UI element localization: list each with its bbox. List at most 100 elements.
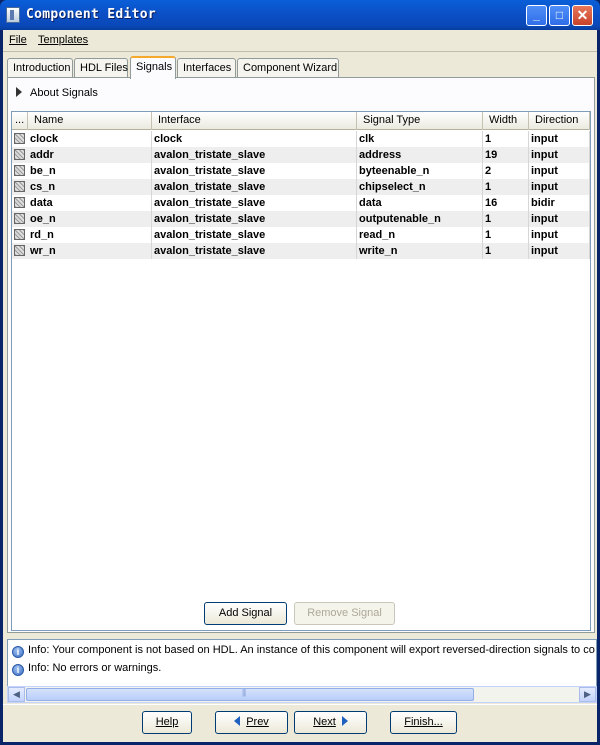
table-row[interactable]: clock clock clk 1 input [12,131,590,147]
help-button[interactable]: Help [142,711,192,734]
menu-templates[interactable]: Templates [38,34,88,46]
table-row[interactable]: be_n avalon_tristate_slave byteenable_n 2 in… [12,163,590,179]
menu-file-label: File [9,34,27,46]
row-grip-icon[interactable] [14,149,25,160]
tab-introduction[interactable]: Introduction [7,58,73,78]
cell-name[interactable]: wr_n [28,243,152,259]
cell-interface[interactable]: avalon_tristate_slave [152,179,357,195]
cell-width[interactable]: 1 [483,131,529,147]
arrow-right-icon [341,716,348,726]
cell-width[interactable]: 1 [483,227,529,243]
cell-name[interactable]: data [28,195,152,211]
close-button[interactable]: ✕ [572,5,593,26]
message-line: i Info: No errors or warnings. [12,660,161,676]
prev-label: Prev [246,716,269,728]
menu-file[interactable]: File [9,34,27,46]
cell-signal-type[interactable]: read_n [357,227,483,243]
row-grip-icon[interactable] [14,213,25,224]
finish-button[interactable]: Finish... [390,711,457,734]
cell-signal-type[interactable]: write_n [357,243,483,259]
cell-name[interactable]: oe_n [28,211,152,227]
column-header-grip[interactable]: ... [12,112,28,130]
tab-hdl-files[interactable]: HDL Files [74,58,128,78]
scroll-right-arrow-icon[interactable]: ▶ [579,687,596,702]
finish-label: Finish... [404,716,443,728]
cell-interface[interactable]: avalon_tristate_slave [152,147,357,163]
scroll-thumb[interactable] [26,688,474,701]
cell-width[interactable]: 2 [483,163,529,179]
remove-signal-button[interactable]: Remove Signal [294,602,395,625]
cell-direction[interactable]: input [529,147,590,163]
cell-direction[interactable]: input [529,227,590,243]
column-header-signal-type[interactable]: Signal Type [357,112,483,130]
table-row[interactable]: cs_n avalon_tristate_slave chipselect_n 1 in… [12,179,590,195]
horizontal-scrollbar[interactable]: ◀ ▶ [7,686,597,703]
row-grip-icon[interactable] [14,229,25,240]
add-signal-button[interactable]: Add Signal [204,602,287,625]
tab-interfaces[interactable]: Interfaces [177,58,236,78]
maximize-button[interactable]: □ [549,5,570,26]
cell-interface[interactable]: clock [152,131,357,147]
cell-name[interactable]: cs_n [28,179,152,195]
next-label: Next [313,716,336,728]
cell-direction[interactable]: input [529,163,590,179]
table-row[interactable]: wr_n avalon_tristate_slave write_n 1 input [12,243,590,259]
cell-name[interactable]: be_n [28,163,152,179]
cell-width[interactable]: 1 [483,179,529,195]
about-signals-toggle[interactable]: About Signals [16,87,98,99]
cell-name[interactable]: clock [28,131,152,147]
column-header-name[interactable]: Name [28,112,152,130]
table-row[interactable]: data avalon_tristate_slave data 16 bidir [12,195,590,211]
cell-interface[interactable]: avalon_tristate_slave [152,227,357,243]
cell-direction[interactable]: input [529,211,590,227]
cell-signal-type[interactable]: data [357,195,483,211]
next-button[interactable]: Next [294,711,367,734]
about-signals-label: About Signals [30,87,98,99]
cell-direction[interactable]: input [529,131,590,147]
column-header-width[interactable]: Width [483,112,529,130]
tab-component-wizard[interactable]: Component Wizard [237,58,339,78]
table-row[interactable]: rd_n avalon_tristate_slave read_n 1 input [12,227,590,243]
prev-button[interactable]: Prev [215,711,288,734]
minimize-button[interactable]: _ [526,5,547,26]
message-text: Info: No errors or warnings. [28,662,162,674]
table-row[interactable]: oe_n avalon_tristate_slave outputenable_n 1… [12,211,590,227]
expand-triangle-icon [16,87,22,97]
cell-name[interactable]: rd_n [28,227,152,243]
cell-signal-type[interactable]: clk [357,131,483,147]
cell-signal-type[interactable]: chipselect_n [357,179,483,195]
menu-templates-label: Templates [38,34,89,46]
column-header-interface[interactable]: Interface [152,112,357,130]
row-grip-icon[interactable] [14,181,25,192]
column-header-direction[interactable]: Direction [529,112,590,130]
component-editor-window: Component Editor _ □ ✕ File Templates In… [0,0,600,745]
title-bar[interactable]: Component Editor _ □ ✕ [0,0,600,30]
cell-signal-type[interactable]: address [357,147,483,163]
cell-direction[interactable]: input [529,179,590,195]
table-row[interactable]: addr avalon_tristate_slave address 19 input [12,147,590,163]
table-header: ... Name Interface Signal Type Width Dir… [12,112,590,130]
row-grip-icon[interactable] [14,197,25,208]
cell-name[interactable]: addr [28,147,152,163]
row-grip-icon[interactable] [14,133,25,144]
cell-width[interactable]: 1 [483,211,529,227]
cell-width[interactable]: 16 [483,195,529,211]
message-area: i Info: Your component is not based on HD… [7,639,597,687]
cell-interface[interactable]: avalon_tristate_slave [152,195,357,211]
row-grip-icon[interactable] [14,245,25,256]
cell-direction[interactable]: input [529,243,590,259]
cell-signal-type[interactable]: byteenable_n [357,163,483,179]
message-text: Info: Your component is not based on HDL… [28,644,595,656]
cell-interface[interactable]: avalon_tristate_slave [152,243,357,259]
scroll-left-arrow-icon[interactable]: ◀ [8,687,25,702]
client-area: File Templates Introduction HDL Files Si… [3,30,597,742]
cell-interface[interactable]: avalon_tristate_slave [152,163,357,179]
cell-direction[interactable]: bidir [529,195,590,211]
cell-width[interactable]: 19 [483,147,529,163]
tab-signals[interactable]: Signals [130,56,176,79]
cell-signal-type[interactable]: outputenable_n [357,211,483,227]
cell-width[interactable]: 1 [483,243,529,259]
cell-interface[interactable]: avalon_tristate_slave [152,211,357,227]
row-grip-icon[interactable] [14,165,25,176]
menu-bar: File Templates [3,30,597,52]
